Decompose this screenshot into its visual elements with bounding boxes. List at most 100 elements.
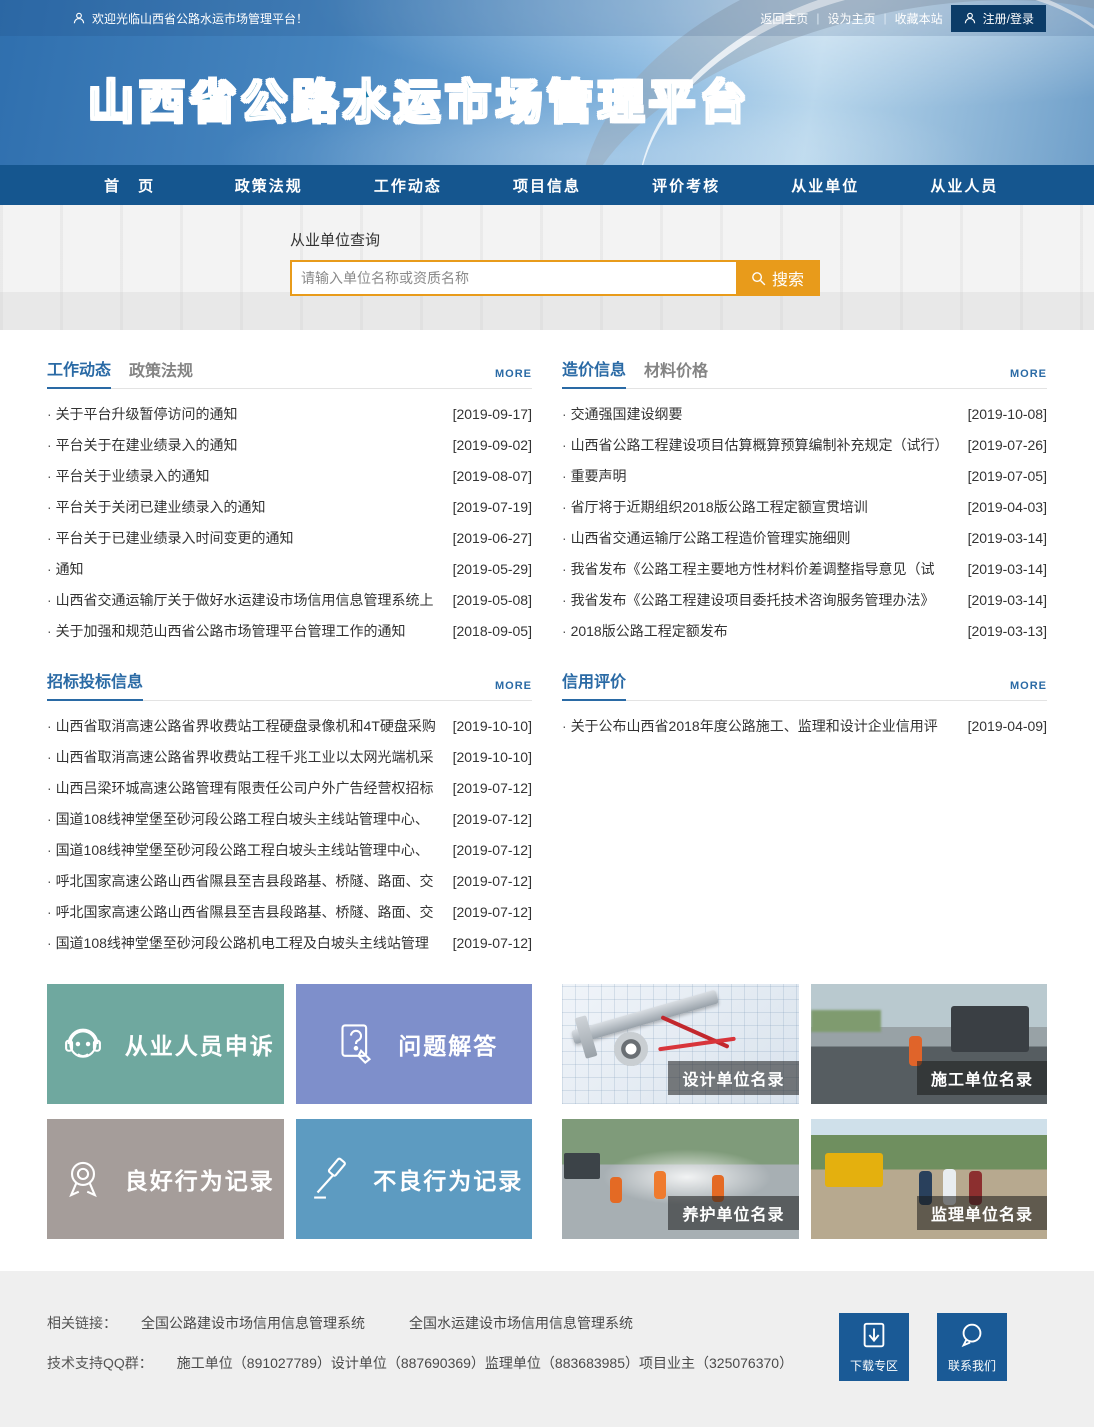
news-link[interactable]: 山西省取消高速公路省界收费站工程千兆工业以太网光端机采 [47, 747, 445, 767]
news-link[interactable]: 平台关于已建业绩录入时间变更的通知 [47, 528, 445, 548]
news-date: [2019-05-08] [453, 592, 532, 608]
tile-bad-behavior-records[interactable]: 不良行为记录 [296, 1119, 533, 1239]
news-link[interactable]: 呼北国家高速公路山西省隰县至吉县段路基、桥隧、路面、交 [47, 902, 445, 922]
news-link[interactable]: 山西省取消高速公路省界收费站工程硬盘录像机和4T硬盘采购 [47, 716, 445, 736]
news-link[interactable]: 平台关于关闭已建业绩录入的通知 [47, 497, 445, 517]
favorite-link[interactable]: 收藏本站 [895, 10, 943, 27]
search-input[interactable] [292, 262, 736, 294]
qq-group-numbers: 施工单位（891027789）设计单位（887690369）监理单位（88368… [177, 1353, 793, 1373]
more-link[interactable]: MORE [495, 680, 532, 700]
nav-item-policies[interactable]: 政策法规 [199, 175, 338, 196]
tab-material-prices[interactable]: 材料价格 [644, 357, 708, 388]
related-links-label: 相关链接： [47, 1313, 117, 1333]
list-item: 交通强国建设纲要 [2019-10-08] [562, 398, 1047, 429]
news-date: [2019-03-14] [968, 592, 1047, 608]
search-button[interactable]: 搜索 [736, 262, 818, 294]
download-zone-button[interactable]: 下载专区 [839, 1313, 909, 1381]
contact-us-button[interactable]: 联系我们 [937, 1313, 1007, 1381]
set-home-link[interactable]: 设为主页 [828, 10, 876, 27]
nav-item-personnel[interactable]: 从业人员 [895, 175, 1034, 196]
tab-cost-info[interactable]: 造价信息 [562, 356, 626, 389]
news-link[interactable]: 山西省交通运输厅关于做好水运建设市场信用信息管理系统上 [47, 590, 445, 610]
register-login-button[interactable]: 注册/登录 [951, 5, 1046, 32]
news-date: [2019-03-14] [968, 530, 1047, 546]
nav-item-home[interactable]: 首 页 [60, 175, 199, 196]
directory-photo-links: 设计单位名录 施工单位名录 养护单位名录 [562, 984, 1047, 1239]
tab-policies[interactable]: 政策法规 [129, 357, 193, 388]
news-list: 关于平台升级暂停访问的通知 [2019-09-17] 平台关于在建业绩录入的通知… [47, 389, 532, 646]
tile-good-behavior-records[interactable]: 良好行为记录 [47, 1119, 284, 1239]
news-link[interactable]: 平台关于在建业绩录入的通知 [47, 435, 445, 455]
news-link[interactable]: 国道108线神堂堡至砂河段公路机电工程及白坡头主线站管理 [47, 933, 445, 953]
news-link[interactable]: 山西吕梁环城高速公路管理有限责任公司户外广告经营权招标 [47, 778, 445, 798]
design-units-directory[interactable]: 设计单位名录 [562, 984, 799, 1104]
search-group: 从业单位查询 搜索 [290, 229, 820, 296]
register-login-label: 注册/登录 [983, 10, 1034, 27]
photo-label: 养护单位名录 [668, 1196, 798, 1230]
tab-work-news[interactable]: 工作动态 [47, 356, 111, 389]
list-item: 国道108线神堂堡至砂河段公路机电工程及白坡头主线站管理 [2019-07-12… [47, 927, 532, 958]
news-link[interactable]: 国道108线神堂堡至砂河段公路工程白坡头主线站管理中心、 [47, 809, 445, 829]
news-link[interactable]: 关于公布山西省2018年度公路施工、监理和设计企业信用评 [562, 716, 960, 736]
user-icon [963, 11, 977, 25]
news-link[interactable]: 我省发布《公路工程建设项目委托技术咨询服务管理办法》 [562, 590, 960, 610]
news-link[interactable]: 平台关于业绩录入的通知 [47, 466, 445, 486]
list-item: 呼北国家高速公路山西省隰县至吉县段路基、桥隧、路面、交 [2019-07-12] [47, 896, 532, 927]
more-link[interactable]: MORE [495, 368, 532, 388]
news-link[interactable]: 交通强国建设纲要 [562, 404, 960, 424]
maintenance-units-directory[interactable]: 养护单位名录 [562, 1119, 799, 1239]
news-link[interactable]: 我省发布《公路工程主要地方性材料价差调整指导意见（试 [562, 559, 960, 579]
national-highway-credit-link[interactable]: 全国公路建设市场信用信息管理系统 [141, 1313, 365, 1333]
more-link[interactable]: MORE [1010, 680, 1047, 700]
nav-item-work-news[interactable]: 工作动态 [338, 175, 477, 196]
nav-item-enterprises[interactable]: 从业单位 [756, 175, 895, 196]
list-item: 通知 [2019-05-29] [47, 553, 532, 584]
news-date: [2019-07-05] [968, 468, 1047, 484]
news-date: [2019-07-12] [453, 873, 532, 889]
tile-question-answers[interactable]: 问题解答 [296, 984, 533, 1104]
nav-item-projects[interactable]: 项目信息 [477, 175, 616, 196]
medal-icon [56, 1152, 110, 1206]
more-link[interactable]: MORE [1010, 368, 1047, 388]
tab-bidding-info[interactable]: 招标投标信息 [47, 668, 143, 701]
list-item: 2018版公路工程定额发布 [2019-03-13] [562, 615, 1047, 646]
news-link[interactable]: 呼北国家高速公路山西省隰县至吉县段路基、桥隧、路面、交 [47, 871, 445, 891]
separator: | [884, 11, 887, 25]
tile-label: 问题解答 [398, 1027, 498, 1061]
news-link[interactable]: 山西省交通运输厅公路工程造价管理实施细则 [562, 528, 960, 548]
news-link[interactable]: 省厅将于近期组织2018版公路工程定额宣贯培训 [562, 497, 960, 517]
list-item: 省厅将于近期组织2018版公路工程定额宣贯培训 [2019-04-03] [562, 491, 1047, 522]
news-date: [2019-07-26] [968, 437, 1047, 453]
news-date: [2019-07-12] [453, 780, 532, 796]
photo-label: 施工单位名录 [917, 1061, 1047, 1095]
site-title: 山西省公路水运市场管理平台 [88, 66, 751, 132]
national-waterway-credit-link[interactable]: 全国水运建设市场信用信息管理系统 [409, 1313, 633, 1333]
news-date: [2019-07-12] [453, 935, 532, 951]
news-date: [2019-03-13] [968, 623, 1047, 639]
news-link[interactable]: 山西省公路工程建设项目估算概算预算编制补充规定（试行） [562, 435, 960, 455]
main-content: 工作动态 政策法规 MORE 关于平台升级暂停访问的通知 [2019-09-17… [0, 330, 1094, 1271]
news-date: [2019-07-12] [453, 811, 532, 827]
construction-units-directory[interactable]: 施工单位名录 [811, 984, 1048, 1104]
news-link[interactable]: 关于加强和规范山西省公路市场管理平台管理工作的通知 [47, 621, 445, 641]
tab-credit-evaluation[interactable]: 信用评价 [562, 668, 626, 701]
news-link[interactable]: 重要声明 [562, 466, 960, 486]
news-date: [2019-08-07] [453, 468, 532, 484]
main-navigation: 首 页 政策法规 工作动态 项目信息 评价考核 从业单位 从业人员 [0, 165, 1094, 205]
qq-support-row: 技术支持QQ群： 施工单位（891027789）设计单位（887690369）监… [47, 1353, 793, 1373]
news-link[interactable]: 通知 [47, 559, 445, 579]
section-work-news: 工作动态 政策法规 MORE 关于平台升级暂停访问的通知 [2019-09-17… [47, 356, 532, 646]
news-link[interactable]: 关于平台升级暂停访问的通知 [47, 404, 445, 424]
news-link[interactable]: 2018版公路工程定额发布 [562, 621, 960, 641]
back-home-link[interactable]: 返回主页 [760, 10, 808, 27]
news-link[interactable]: 国道108线神堂堡至砂河段公路工程白坡头主线站管理中心、 [47, 840, 445, 860]
tile-personnel-appeal[interactable]: 从业人员申诉 [47, 984, 284, 1104]
list-item: 平台关于已建业绩录入时间变更的通知 [2019-06-27] [47, 522, 532, 553]
separator: | [816, 11, 819, 25]
search-label: 从业单位查询 [290, 229, 820, 250]
nav-item-evaluation[interactable]: 评价考核 [617, 175, 756, 196]
supervision-units-directory[interactable]: 监理单位名录 [811, 1119, 1048, 1239]
list-item: 山西省交通运输厅关于做好水运建设市场信用信息管理系统上 [2019-05-08] [47, 584, 532, 615]
related-links-row: 相关链接： 全国公路建设市场信用信息管理系统 全国水运建设市场信用信息管理系统 [47, 1313, 793, 1333]
news-date: [2019-04-03] [968, 499, 1047, 515]
